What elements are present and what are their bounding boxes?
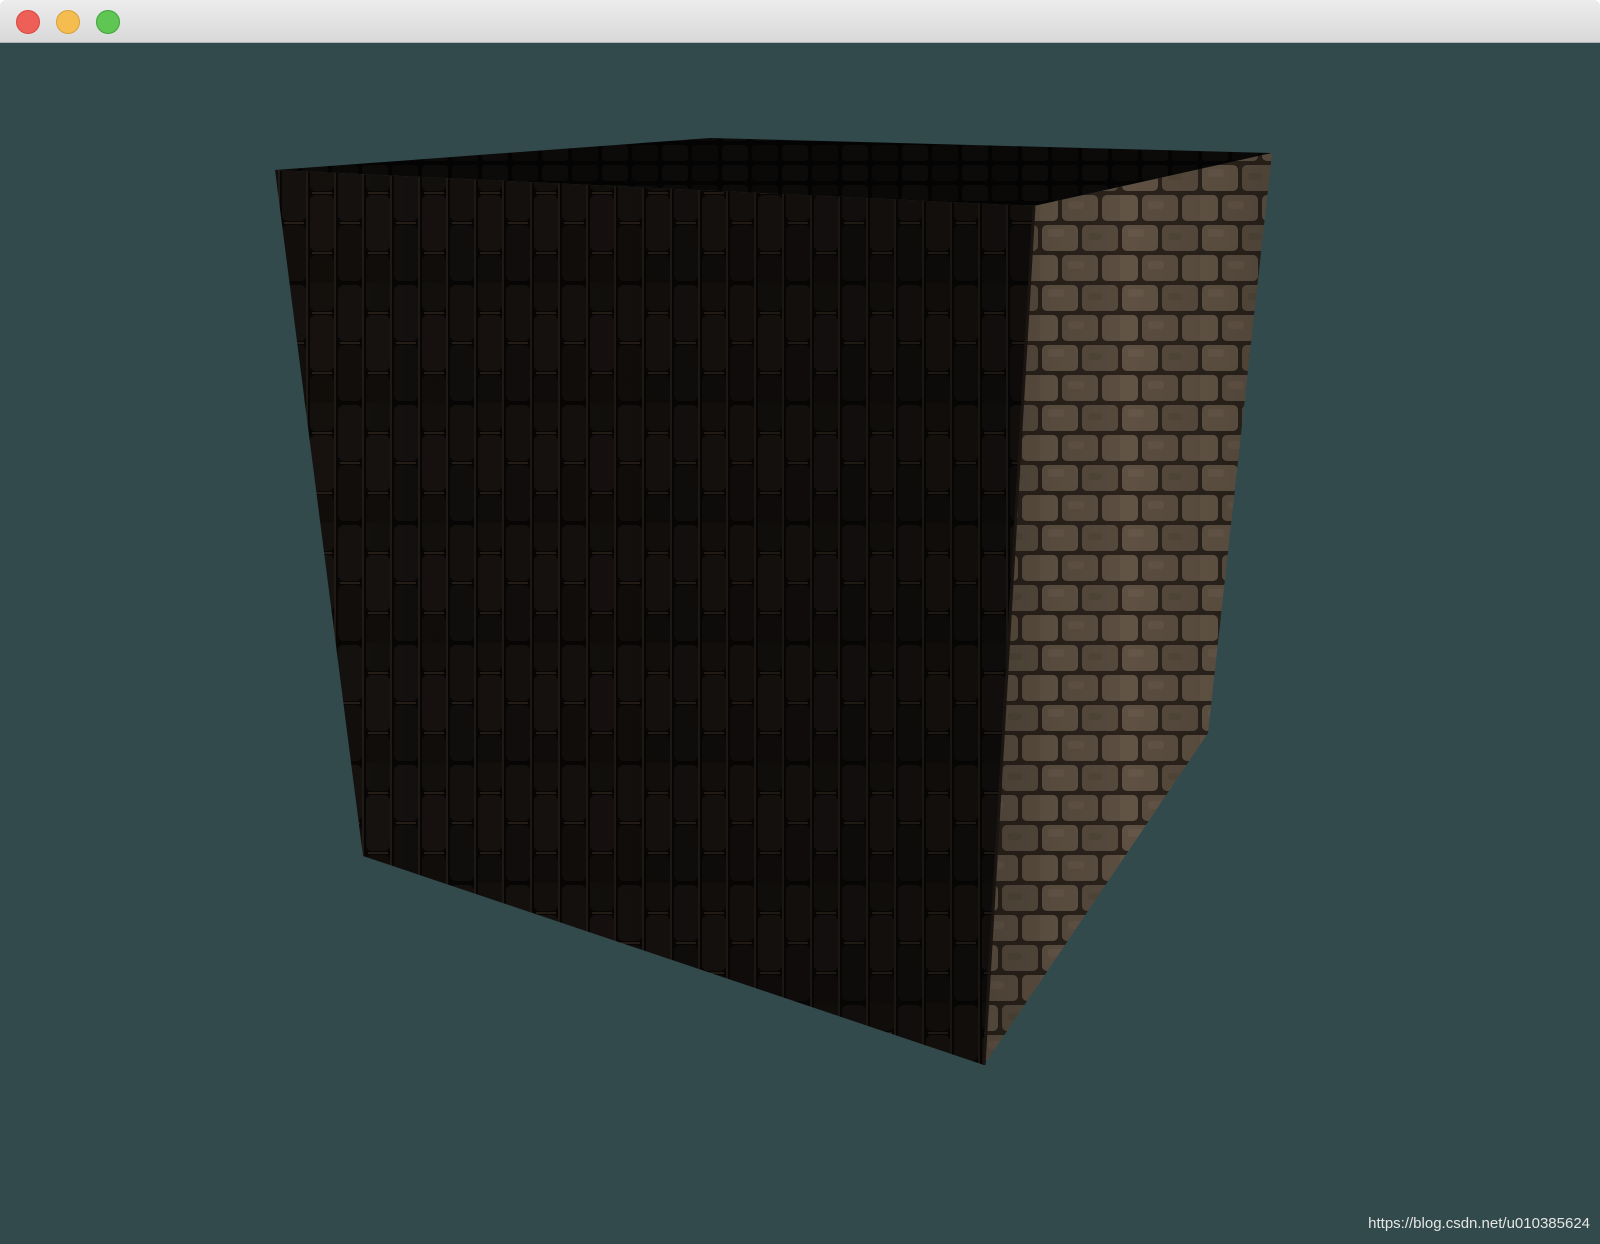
minimize-button[interactable]	[56, 10, 80, 34]
watermark-text: https://blog.csdn.net/u010385624	[1368, 1215, 1590, 1232]
scene-canvas	[0, 43, 1600, 1244]
maximize-button[interactable]	[96, 10, 120, 34]
title-bar[interactable]	[0, 0, 1600, 43]
close-button[interactable]	[16, 10, 40, 34]
render-viewport: https://blog.csdn.net/u010385624	[0, 43, 1600, 1244]
app-window: https://blog.csdn.net/u010385624	[0, 0, 1600, 1244]
